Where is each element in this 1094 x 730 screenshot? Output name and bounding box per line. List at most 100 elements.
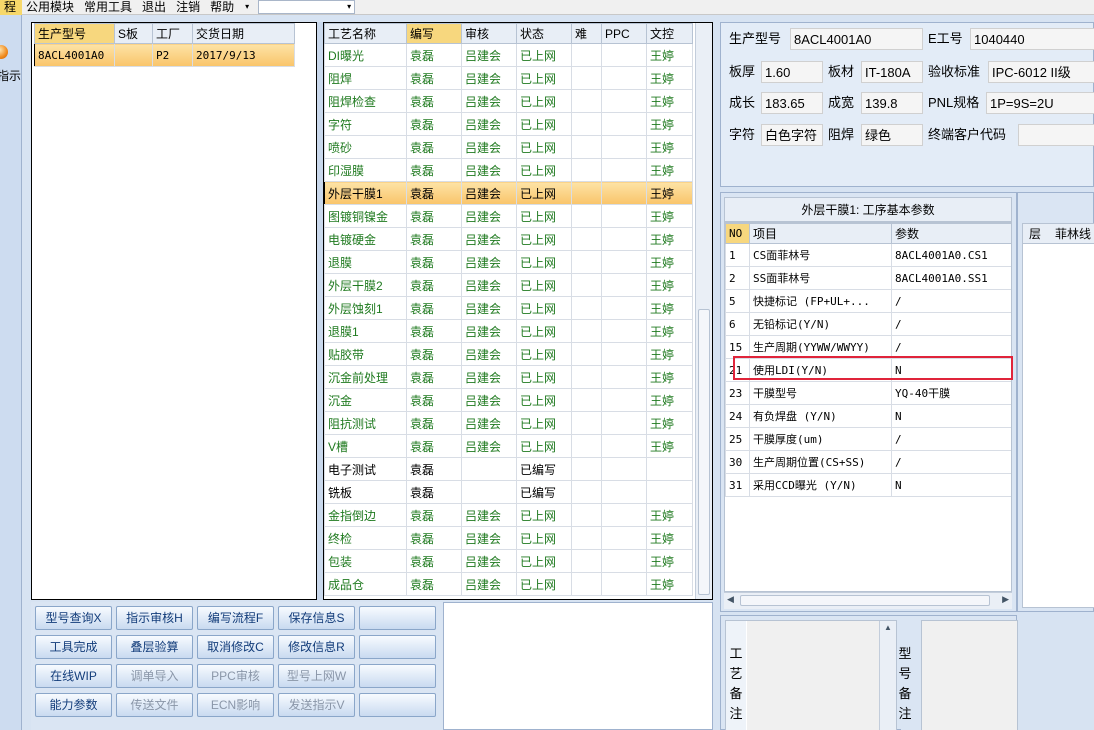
table-row[interactable]: 2 SS面菲林号 8ACL4001A0.SS1 [725, 266, 1011, 290]
toolbar-button[interactable]: PPC审核 [197, 664, 274, 688]
toolbar-button[interactable]: 指示审核H [116, 606, 193, 630]
table-row[interactable]: 金指倒边 袁磊 吕建会 已上网 王婷 [324, 503, 693, 527]
col-status[interactable]: 状态 [516, 23, 572, 44]
col-doc-control[interactable]: 文控 [646, 23, 693, 44]
col-reviewer[interactable]: 审核 [461, 23, 517, 44]
scroll-up-icon[interactable]: ▲ [884, 623, 892, 632]
table-row[interactable]: 喷砂 袁磊 吕建会 已上网 王婷 [324, 135, 693, 159]
toolbar-button[interactable]: 修改信息R [278, 635, 355, 659]
model-notes-field[interactable] [921, 620, 1018, 730]
table-row[interactable]: 阻焊 袁磊 吕建会 已上网 王婷 [324, 66, 693, 90]
col-no[interactable]: NO [725, 223, 750, 244]
params-hscrollbar[interactable]: ◀ ▶ [724, 592, 1012, 609]
toolbar-button[interactable]: 型号查询X [35, 606, 112, 630]
table-row[interactable]: V槽 袁磊 吕建会 已上网 王婷 [324, 434, 693, 458]
table-row[interactable]: 终检 袁磊 吕建会 已上网 王婷 [324, 526, 693, 550]
scroll-left-icon[interactable]: ◀ [727, 594, 734, 605]
model-value[interactable]: 8ACL4001A0 [790, 28, 923, 50]
table-row[interactable]: 外层干膜2 袁磊 吕建会 已上网 王婷 [324, 273, 693, 297]
help-dropdown-icon[interactable]: ▾ [240, 0, 254, 15]
toolbar-button[interactable]: 传送文件 [116, 693, 193, 717]
toolbar-button[interactable]: 工具完成 [35, 635, 112, 659]
col-writer[interactable]: 编写 [406, 23, 462, 44]
toolbar-button[interactable]: ECN影响 [197, 693, 274, 717]
col-film[interactable]: 菲林线 [1047, 224, 1091, 243]
toolbar-button[interactable]: 编写流程F [197, 606, 274, 630]
toolbar-button[interactable]: 调单导入 [116, 664, 193, 688]
table-row[interactable]: 外层蚀刻1 袁磊 吕建会 已上网 王婷 [324, 296, 693, 320]
pnl-value[interactable]: 1P=9S=2U [986, 92, 1094, 114]
table-row[interactable]: 阻焊检查 袁磊 吕建会 已上网 王婷 [324, 89, 693, 113]
table-row[interactable]: 成品仓 袁磊 吕建会 已上网 王婷 [324, 572, 693, 596]
table-row[interactable]: 25 干膜厚度(um) / [725, 427, 1011, 451]
menu-combo-box[interactable]: ▾ [258, 0, 356, 14]
menu-help[interactable]: 帮助 [206, 0, 240, 15]
toolbar-button[interactable] [359, 693, 436, 717]
notes-scrollbar[interactable]: ▲ [879, 621, 896, 730]
table-row[interactable]: 8ACL4001A0 P2 2017/9/13 [34, 43, 295, 67]
toolbar-button[interactable]: 在线WIP [35, 664, 112, 688]
col-s-board[interactable]: S板 [114, 23, 153, 44]
col-factory[interactable]: 工厂 [152, 23, 193, 44]
table-row[interactable]: 电镀硬金 袁磊 吕建会 已上网 王婷 [324, 227, 693, 251]
scroll-right-icon[interactable]: ▶ [1002, 594, 1009, 605]
table-row[interactable]: 包装 袁磊 吕建会 已上网 王婷 [324, 549, 693, 573]
char-value[interactable]: 白色字符 [761, 124, 823, 146]
toolbar-button[interactable] [359, 635, 436, 659]
table-row[interactable]: 退膜 袁磊 吕建会 已上网 王婷 [324, 250, 693, 274]
table-row[interactable]: 沉金前处理 袁磊 吕建会 已上网 王婷 [324, 365, 693, 389]
length-value[interactable]: 183.65 [761, 92, 823, 114]
table-row[interactable]: 6 无铅标记(Y/N) / [725, 312, 1011, 336]
material-value[interactable]: IT-180A [861, 61, 923, 83]
table-row[interactable]: 退膜1 袁磊 吕建会 已上网 王婷 [324, 319, 693, 343]
toolbar-button[interactable]: 型号上网W [278, 664, 355, 688]
table-row[interactable]: 图镀铜镍金 袁磊 吕建会 已上网 王婷 [324, 204, 693, 228]
table-row[interactable]: 31 采用CCD曝光 (Y/N) N [725, 473, 1011, 497]
eno-value[interactable]: 1040440 [970, 28, 1094, 50]
toolbar-button[interactable]: 叠层验算 [116, 635, 193, 659]
menu-exit[interactable]: 退出 [138, 0, 172, 15]
process-scrollbar[interactable] [695, 23, 712, 599]
table-row[interactable]: 电子测试 袁磊 已编写 [324, 457, 693, 481]
toolbar-button[interactable]: 能力参数 [35, 693, 112, 717]
table-row[interactable]: 1 CS面菲林号 8ACL4001A0.CS1 [725, 243, 1011, 267]
standard-value[interactable]: IPC-6012 II级 [988, 61, 1094, 83]
col-difficulty[interactable]: 难 [571, 23, 602, 44]
width-value[interactable]: 139.8 [861, 92, 923, 114]
thickness-value[interactable]: 1.60 [761, 61, 823, 83]
table-row[interactable]: 阻抗测试 袁磊 吕建会 已上网 王婷 [324, 411, 693, 435]
scrollbar-thumb[interactable] [740, 595, 990, 606]
table-row[interactable]: 沉金 袁磊 吕建会 已上网 王婷 [324, 388, 693, 412]
table-row[interactable]: 字符 袁磊 吕建会 已上网 王婷 [324, 112, 693, 136]
col-ppc[interactable]: PPC [601, 23, 647, 44]
menu-common-tools[interactable]: 常用工具 [80, 0, 138, 15]
table-row[interactable]: 铣板 袁磊 已编写 [324, 480, 693, 504]
mask-value[interactable]: 绿色 [861, 124, 923, 146]
instruction-button[interactable]: 指示 [0, 45, 21, 85]
table-row[interactable]: 印湿膜 袁磊 吕建会 已上网 王婷 [324, 158, 693, 182]
col-item[interactable]: 项目 [749, 223, 892, 244]
col-model[interactable]: 生产型号 [34, 23, 115, 44]
table-row[interactable]: 外层干膜1 袁磊 吕建会 已上网 王婷 [324, 181, 693, 205]
toolbar-button[interactable] [359, 664, 436, 688]
menu-common-modules[interactable]: 公用模块 [22, 0, 80, 15]
chevron-down-icon[interactable]: ▾ [347, 1, 351, 13]
customer-value[interactable] [1018, 124, 1094, 146]
toolbar-button[interactable] [359, 606, 436, 630]
col-layer[interactable]: 层 [1023, 224, 1047, 243]
table-row[interactable]: 30 生产周期位置(CS+SS) / [725, 450, 1011, 474]
table-row[interactable]: 24 有负焊盘 (Y/N) N [725, 404, 1011, 428]
process-notes-field[interactable] [747, 621, 881, 730]
col-process-name[interactable]: 工艺名称 [324, 23, 407, 44]
table-row[interactable]: 23 干膜型号 YQ-40干膜 [725, 381, 1011, 405]
col-delivery-date[interactable]: 交货日期 [192, 23, 295, 44]
toolbar-button[interactable]: 取消修改C [197, 635, 274, 659]
col-param[interactable]: 参数 [891, 223, 1011, 244]
scrollbar-thumb[interactable] [698, 309, 710, 595]
table-row[interactable]: 5 快捷标记 (FP+UL+... / [725, 289, 1011, 313]
table-row[interactable]: 贴胶带 袁磊 吕建会 已上网 王婷 [324, 342, 693, 366]
toolbar-button[interactable]: 发送指示V [278, 693, 355, 717]
toolbar-button[interactable]: 保存信息S [278, 606, 355, 630]
menu-process[interactable]: 程 [0, 0, 23, 15]
table-row[interactable]: DI曝光 袁磊 吕建会 已上网 王婷 [324, 43, 693, 67]
